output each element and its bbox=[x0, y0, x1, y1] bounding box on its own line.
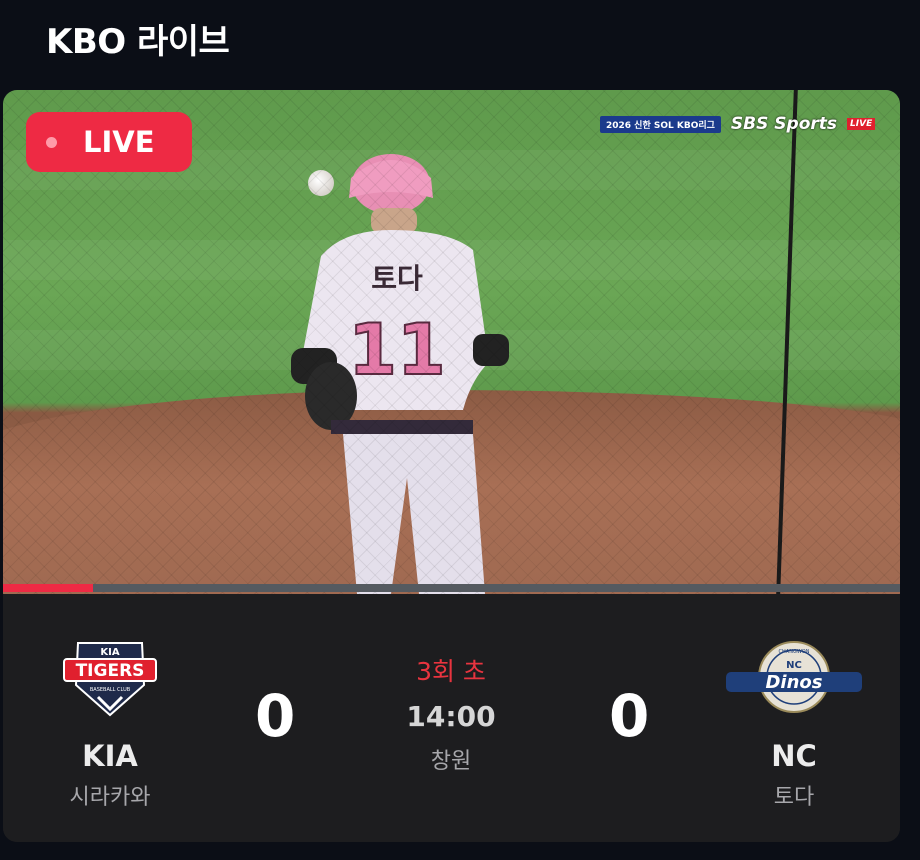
broadcast-watermark: 2026 신한 SOL KBO리그 SBS Sports LIVE bbox=[600, 114, 876, 134]
away-team[interactable]: CHANGWON NC Dinos NC 토다 bbox=[714, 639, 874, 811]
video-progress-fill bbox=[3, 584, 93, 592]
league-tag: 2026 신한 SOL KBO리그 bbox=[600, 115, 721, 133]
broadcaster-live-tag: LIVE bbox=[847, 118, 876, 130]
kia-logo-word: TIGERS bbox=[76, 661, 145, 681]
nc-dinos-logo: CHANGWON NC Dinos bbox=[726, 641, 862, 713]
nc-logo-word: Dinos bbox=[765, 672, 822, 693]
inning-status: 3회 초 bbox=[416, 657, 486, 686]
home-score: 0 bbox=[255, 682, 296, 750]
live-label: LIVE bbox=[83, 125, 155, 159]
away-team-name: NC bbox=[771, 739, 817, 773]
broadcaster-logo: SBS Sports bbox=[730, 114, 838, 134]
nc-logo-brand: NC bbox=[786, 660, 802, 671]
venue: 창원 bbox=[430, 749, 472, 774]
kia-logo-brand: KIA bbox=[100, 647, 119, 658]
live-dot-icon bbox=[46, 136, 57, 148]
video-progress-bar[interactable] bbox=[3, 584, 900, 592]
video-player[interactable]: 토다 11 LIVE 2026 신한 SOL KBO리그 SBS Sports … bbox=[3, 90, 900, 594]
kia-tigers-logo: KIA TIGERS BASEBALL CLUB bbox=[63, 642, 157, 717]
nc-logo-ring: CHANGWON bbox=[779, 649, 810, 655]
live-game-card[interactable]: 토다 11 LIVE 2026 신한 SOL KBO리그 SBS Sports … bbox=[3, 90, 900, 842]
scoreboard: KIA TIGERS BASEBALL CLUB KIA 시라카와 0 3회 초… bbox=[3, 594, 900, 842]
live-badge: LIVE bbox=[26, 112, 192, 172]
game-status: 3회 초 14:00 창원 bbox=[363, 652, 539, 775]
page-title: KBO 라이브 bbox=[46, 22, 230, 62]
away-pitcher-name: 토다 bbox=[773, 785, 815, 810]
home-team-name: KIA bbox=[82, 739, 138, 773]
game-time: 14:00 bbox=[406, 700, 496, 733]
home-team[interactable]: KIA TIGERS BASEBALL CLUB KIA 시라카와 bbox=[30, 639, 190, 811]
kia-logo-sub: BASEBALL CLUB bbox=[90, 687, 131, 693]
away-score: 0 bbox=[609, 682, 650, 750]
home-pitcher-name: 시라카와 bbox=[69, 785, 151, 810]
